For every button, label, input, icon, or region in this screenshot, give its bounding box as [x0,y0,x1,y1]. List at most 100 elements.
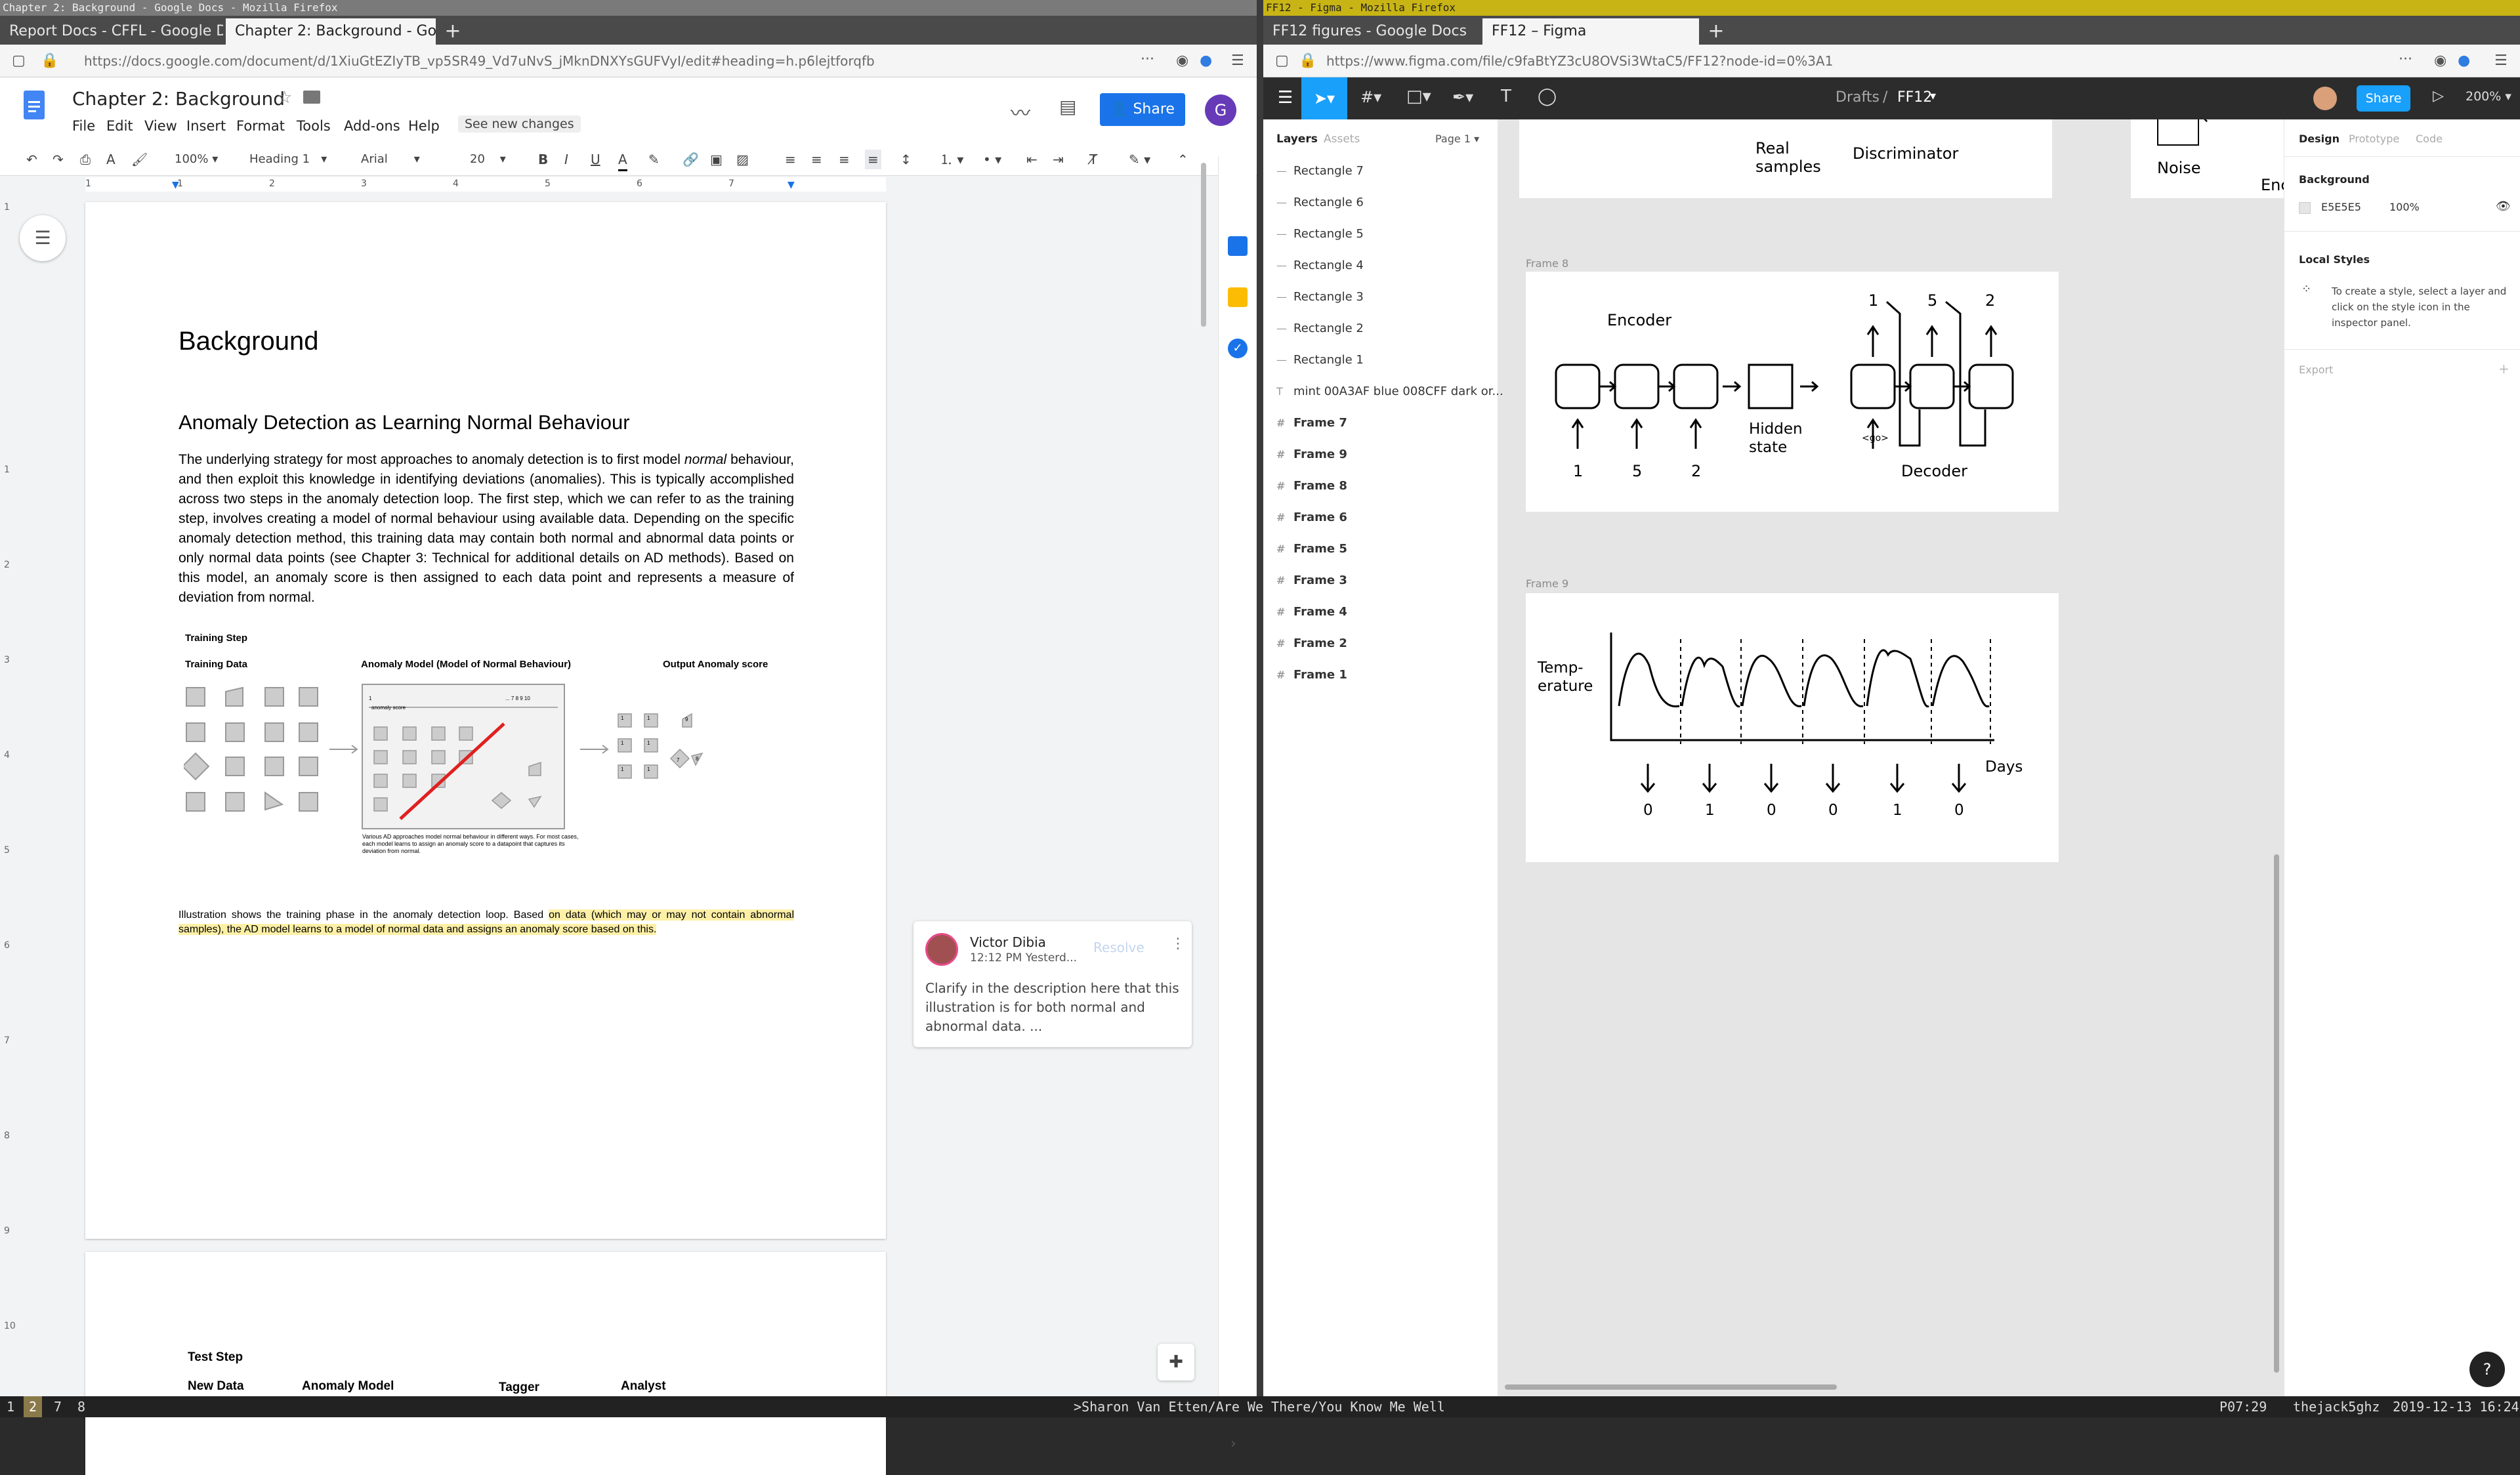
workspace-7[interactable]: 7 [54,1396,62,1417]
add-comment-icon[interactable]: ▣ [710,150,723,169]
layer-item[interactable]: — Rectangle 3 [1276,287,1364,307]
reader-icon[interactable]: ▢ [1275,51,1289,71]
print-icon[interactable]: ⎙ [80,150,91,169]
tab-chapter-2[interactable]: Chapter 2: Background - Goog [226,18,436,45]
workspace-8[interactable]: 8 [77,1396,85,1417]
align-center-icon[interactable]: ≡ [811,150,822,169]
resolve-button[interactable]: Resolve [1093,940,1144,955]
figma-canvas[interactable]: Real samples Discriminator Noise ← Enc F… [1498,119,2284,1396]
style-select[interactable]: Heading 1 ▾ [249,150,327,169]
layer-item[interactable]: # Frame 4 [1276,602,1347,622]
canvas-hscrollbar[interactable] [1505,1384,1837,1390]
frame8-label[interactable]: Frame 8 [1526,257,1568,270]
line-spacing-icon[interactable]: ↕ [900,150,912,169]
right-indent-marker-icon[interactable]: ▼ [788,180,795,190]
menu-view[interactable]: View [144,118,177,134]
calendar-icon[interactable] [1228,236,1248,256]
highlight-icon[interactable]: ✎ [648,150,660,169]
text-tool-icon[interactable]: T [1501,87,1511,106]
underline-icon[interactable]: U [591,150,600,169]
tab-layers[interactable]: Layers [1276,133,1318,146]
doc-title[interactable]: Chapter 2: Background [72,88,285,110]
activity-icon[interactable]: 〰 [1011,97,1030,126]
layer-item[interactable]: # Frame 7 [1276,413,1347,433]
add-export-icon[interactable]: + [2498,361,2510,377]
keep-icon[interactable] [1228,287,1248,307]
share-button[interactable]: 👤 Share [1100,93,1185,126]
avatar[interactable] [2313,87,2337,110]
layer-item[interactable]: # Frame 8 [1276,476,1347,496]
comment-card[interactable]: Victor Dibia 12:12 PM Yesterd... Resolve… [914,921,1192,1047]
docs-logo-icon[interactable] [24,91,45,119]
menu-insert[interactable]: Insert [186,118,226,134]
page-select[interactable]: Page 1 ▾ [1435,133,1479,145]
zoom-select[interactable]: 100% ▾ [175,150,218,169]
insert-image-icon[interactable]: ▨ [736,150,749,169]
see-new-changes[interactable]: See new changes [458,115,581,133]
pen-tool-icon[interactable]: ✒▾ [1452,88,1473,106]
canvas-vscrollbar[interactable] [2274,854,2279,1373]
align-justify-icon[interactable]: ≡ [865,150,881,169]
link-icon[interactable]: 🔗 [682,150,699,169]
font-select[interactable]: Arial ▾ [361,150,420,169]
italic-icon[interactable]: I [564,150,568,169]
layer-item[interactable]: — Rectangle 1 [1276,350,1364,370]
tasks-icon[interactable]: ✓ [1228,339,1248,358]
page-actions-icon[interactable]: ··· [1141,50,1154,70]
new-tab-button[interactable]: + [1703,18,1729,45]
tab-report-docs[interactable]: Report Docs - CFFL - Google D [0,18,223,45]
avatar[interactable]: G [1205,94,1236,126]
layer-item[interactable]: # Frame 2 [1276,634,1347,654]
tab-ff12-docs[interactable]: FF12 figures - Google Docs [1263,18,1480,45]
layer-item[interactable]: # Frame 6 [1276,508,1347,528]
spellcheck-icon[interactable]: A [106,150,116,169]
menu-edit[interactable]: Edit [106,118,133,134]
menu-file[interactable]: File [72,118,95,134]
tab-code[interactable]: Code [2416,133,2443,145]
numbered-list-icon[interactable]: ⒈ ▾ [940,150,963,169]
clear-format-icon[interactable]: T̸ [1089,150,1097,169]
tab-design[interactable]: Design [2299,133,2340,145]
main-menu-icon[interactable]: ☰ [1278,88,1293,108]
comment-tool-icon[interactable]: ◯ [1538,87,1557,106]
size-select[interactable]: 20 ▾ [470,150,506,169]
extension-icon[interactable]: ● [2458,51,2470,71]
account-icon[interactable]: ◉ [1176,51,1188,71]
share-button[interactable]: Share [2357,85,2410,112]
eye-icon[interactable]: 👁 [2496,199,2511,213]
text-color-icon[interactable]: A [618,150,627,171]
decrease-indent-icon[interactable]: ⇤ [1026,150,1038,169]
layer-item[interactable]: — Rectangle 5 [1276,224,1364,244]
breadcrumb-drafts[interactable]: Drafts [1836,89,1880,106]
url-field[interactable]: https://docs.google.com/document/d/1XiuG… [84,51,1108,71]
background-opacity[interactable]: 100% [2389,201,2420,213]
document-page[interactable]: ☰ Background Anomaly Detection as Learni… [20,202,886,1239]
layer-item[interactable]: # Frame 9 [1276,445,1347,465]
help-button[interactable]: ? [2469,1352,2505,1387]
reader-icon[interactable]: ▢ [12,51,26,71]
menu-tools[interactable]: Tools [297,118,331,134]
menu-help[interactable]: Help [408,118,440,134]
layer-item[interactable]: Tmint 00A3AF blue 008CFF dark or... [1276,382,1503,402]
shape-tool-icon[interactable]: □▾ [1406,87,1431,106]
frame-8[interactable]: Encoder 1 5 2 Hidden state <go> 1 5 2 De… [1526,272,2059,512]
align-right-icon[interactable]: ≡ [839,150,850,169]
paint-format-icon[interactable]: 🖌 [131,150,148,169]
hamburger-icon[interactable]: ☰ [1231,51,1244,71]
frame9-label[interactable]: Frame 9 [1526,577,1568,590]
explore-icon[interactable]: ✚ [1158,1344,1194,1381]
present-icon[interactable]: ▷ [2433,88,2444,104]
frame-9[interactable]: Temp- erature Days 0 1 0 0 1 0 [1526,593,2059,862]
docs-scrollbar[interactable] [1201,163,1206,327]
collapse-icon[interactable]: ⌃ [1177,150,1188,169]
editing-mode-icon[interactable]: ✎ ▾ [1129,150,1150,169]
more-vert-icon[interactable]: ⋮ [1171,936,1185,952]
tab-assets[interactable]: Assets [1324,133,1360,146]
extension-icon[interactable]: ● [1200,51,1212,71]
file-name[interactable]: FF12 [1897,89,1932,106]
redo-icon[interactable]: ↷ [52,150,64,169]
layer-item[interactable]: # Frame 5 [1276,539,1347,559]
layer-item[interactable]: — Rectangle 7 [1276,161,1364,181]
star-icon[interactable]: ☆ [277,88,292,108]
chevron-down-icon[interactable]: ▾ [1930,89,1936,103]
